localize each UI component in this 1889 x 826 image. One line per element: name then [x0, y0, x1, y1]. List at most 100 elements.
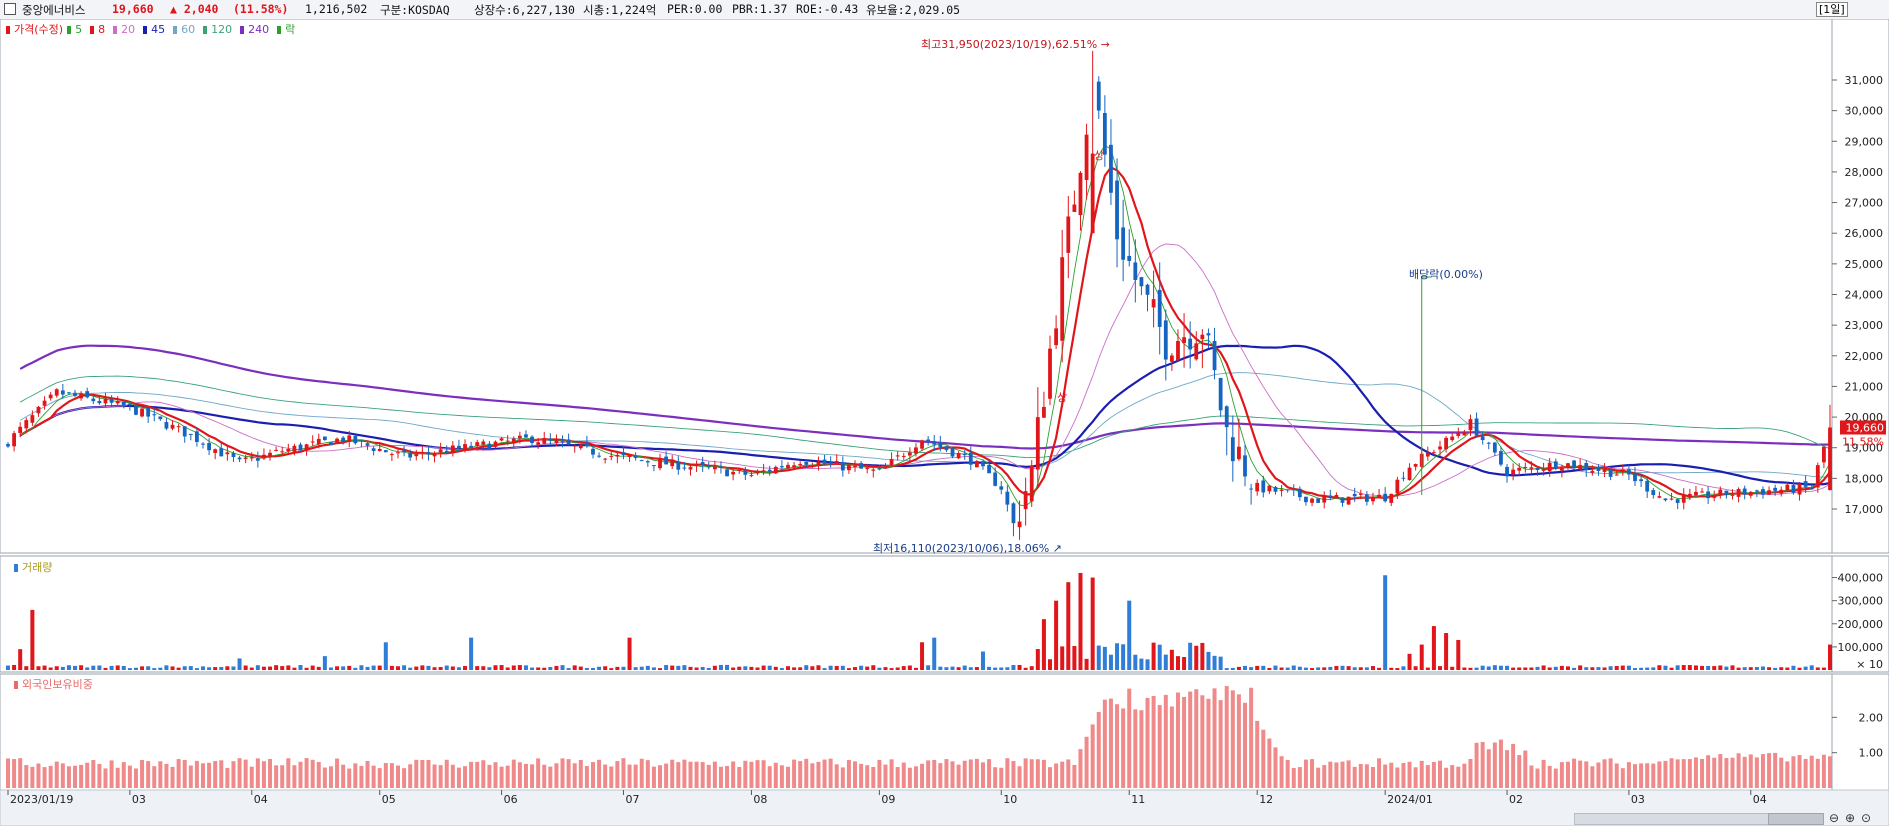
volume-bar [597, 666, 602, 670]
zoom-in-icon[interactable]: ⊕ [1845, 811, 1855, 825]
volume-bar [670, 665, 675, 670]
candle-body [249, 457, 254, 459]
volume-bar [1736, 667, 1741, 670]
candle-body [298, 444, 303, 451]
candle-body [1060, 257, 1065, 341]
candle-body [1316, 498, 1321, 503]
foreign-ratio-bar [633, 764, 638, 788]
volume-bar [999, 667, 1004, 670]
foreign-ratio-bar [18, 758, 23, 788]
volume-bar [103, 667, 108, 670]
foreign-ratio-bar [761, 760, 766, 788]
volume-bar [292, 667, 297, 670]
volume-bar [1438, 666, 1443, 670]
candle-body [1291, 489, 1296, 491]
volume-bar [1322, 667, 1327, 670]
foreign-ratio-bar [1438, 760, 1443, 788]
scrollbar-thumb[interactable] [1768, 813, 1824, 825]
ma-legend-label: 락 [285, 23, 296, 36]
ma-legend-item: 60 [173, 23, 199, 36]
foreign-ratio-bar [1559, 762, 1564, 788]
volume-bar [213, 667, 218, 670]
candle-body [1633, 473, 1637, 482]
volume-bar [1663, 665, 1668, 670]
candle-body [414, 454, 419, 457]
volume-bar [1035, 649, 1040, 670]
candle-body [292, 445, 297, 452]
candle-body [341, 437, 346, 442]
volume-bar [907, 665, 912, 670]
volume-bar [950, 666, 955, 670]
foreign-ratio-bar [907, 767, 912, 788]
foreign-ratio-bar [1035, 759, 1040, 788]
foreign-ratio-bar [1090, 724, 1095, 788]
volume-bar [414, 666, 419, 670]
foreign-ratio-bar [597, 759, 602, 788]
foreign-tick-label: 2.00 [1859, 711, 1884, 724]
foreign-ratio-bar [1054, 763, 1059, 788]
candle-body [1761, 489, 1765, 495]
foreign-ratio-bar [1194, 689, 1199, 788]
candle-body [779, 466, 784, 468]
ma-legend-list: 5 8 20 45 60 120 240 락 [67, 23, 303, 36]
foreign-ratio-bar [1279, 756, 1284, 788]
foreign-ratio-bar [1413, 767, 1418, 788]
volume-bar [188, 666, 193, 670]
period-selector[interactable]: [1일] [1816, 2, 1848, 17]
candle-body [1486, 442, 1491, 444]
volume-bar [1706, 665, 1711, 670]
foreign-ratio-bar [505, 765, 510, 788]
volume-bar [1175, 656, 1180, 670]
foreign-ratio-bar [840, 767, 845, 788]
volume-bar [127, 668, 132, 670]
candle-body [377, 449, 382, 452]
candle-body [347, 435, 352, 442]
candle-body [286, 448, 291, 452]
foreign-ratio-bar [1267, 738, 1272, 788]
volume-bar [1310, 668, 1315, 670]
candle-body [1029, 465, 1034, 502]
candle-body [1285, 489, 1290, 491]
foreign-ratio-bar [383, 763, 388, 788]
volume-bar [609, 668, 614, 670]
candle-body [1767, 490, 1771, 495]
volume-bar [359, 665, 364, 670]
foreign-ratio-bar [1419, 760, 1424, 788]
candle-body [1511, 469, 1516, 475]
price-tick-label: 27,000 [1845, 197, 1884, 210]
candle-body [725, 469, 729, 477]
volume-bar [1218, 656, 1223, 670]
volume-bar [146, 666, 151, 670]
zoom-out-icon[interactable]: ⊖ [1829, 811, 1839, 825]
foreign-ratio-bar [1736, 753, 1741, 788]
foreign-ratio-bar [1108, 698, 1113, 788]
foreign-ratio-bar [566, 759, 571, 788]
foreign-ratio-bar [36, 763, 41, 788]
foreign-ratio-bar [328, 766, 333, 788]
volume-bar [207, 667, 212, 670]
candle-body [1206, 333, 1211, 336]
foreign-ratio-bar [1663, 760, 1668, 788]
legend-square-icon [240, 26, 245, 34]
candle-body [901, 455, 906, 457]
foreign-ratio-bar [249, 766, 254, 788]
foreign-ratio-bar [219, 760, 224, 788]
candle-body [1169, 355, 1174, 362]
volume-bar [932, 637, 937, 670]
foreign-ratio-bar [1102, 699, 1107, 788]
horizontal-scrollbar[interactable] [1574, 813, 1772, 825]
candle-body [524, 434, 528, 438]
foreign-ratio-bar [725, 765, 730, 788]
candle-body [1553, 461, 1558, 469]
candle-body [664, 456, 669, 465]
zoom-reset-icon[interactable]: ⊙ [1861, 811, 1871, 825]
candle-body [1066, 216, 1071, 253]
volume-bar [1541, 665, 1546, 670]
foreign-ratio-bar [1151, 695, 1156, 788]
foreign-ratio-bar [1700, 758, 1705, 788]
volume-bar [377, 665, 382, 670]
volume-bar [1511, 667, 1516, 670]
candle-body [469, 445, 474, 448]
foreign-ratio-bar [926, 760, 931, 788]
checkbox[interactable] [4, 3, 16, 15]
